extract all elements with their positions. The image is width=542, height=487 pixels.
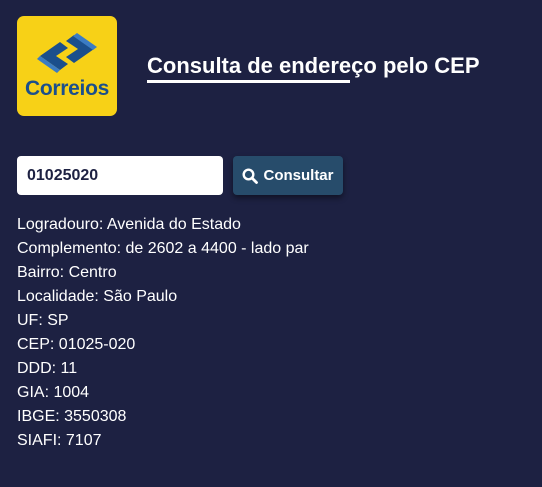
result-ddd: DDD: 11 xyxy=(17,360,78,377)
result-localidade: Localidade: São Paulo xyxy=(17,288,178,305)
page-title: Consulta de endereço pelo CEP xyxy=(147,53,480,78)
logo-wordmark: Correios xyxy=(25,77,109,100)
result-siafi: SIAFI: 7107 xyxy=(17,432,102,449)
result-logradouro: Logradouro: Avenida do Estado xyxy=(17,216,241,233)
result-ibge: IBGE: 3550308 xyxy=(17,408,127,425)
title-underline xyxy=(147,80,350,83)
correios-logo: Correios xyxy=(17,16,117,116)
result-gia: GIA: 1004 xyxy=(17,384,90,401)
consultar-button-label: Consultar xyxy=(263,167,334,184)
consultar-button[interactable]: Consultar xyxy=(233,156,343,195)
search-icon xyxy=(242,167,259,184)
address-results: Logradouro: Avenida do Estado Complement… xyxy=(17,213,517,453)
page-header: Correios Consulta de endereço pelo CEP xyxy=(17,16,527,116)
cep-input[interactable] xyxy=(17,156,223,195)
result-complemento: Complemento: de 2602 a 4400 - lado par xyxy=(17,240,309,257)
result-cep: CEP: 01025-020 xyxy=(17,336,136,353)
result-bairro: Bairro: Centro xyxy=(17,264,117,281)
result-uf: UF: SP xyxy=(17,312,69,329)
correios-logo-mark xyxy=(37,33,97,73)
